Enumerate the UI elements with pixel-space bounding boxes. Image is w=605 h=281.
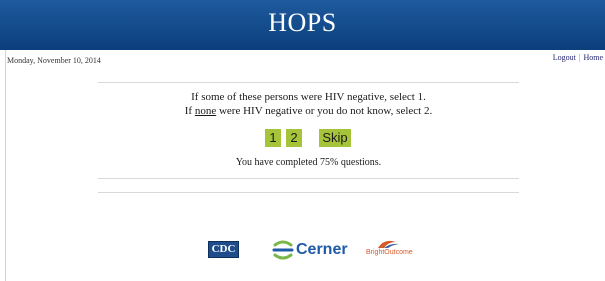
question-line-1: If some of these persons were HIV negati… <box>191 91 426 103</box>
divider-bottom <box>98 192 519 193</box>
option-2-button[interactable]: 2 <box>286 129 302 147</box>
question-line-2-prefix: If <box>184 105 193 117</box>
link-separator: | <box>578 53 581 62</box>
question-line-2: If none were HIV negative or you do not … <box>98 105 519 117</box>
cerner-mark-icon <box>272 240 294 260</box>
question-line-2-suffix: were HIV negative or you do not know, se… <box>218 105 433 117</box>
top-links: Logout | Home <box>553 53 603 62</box>
skip-button[interactable]: Skip <box>319 129 351 147</box>
logout-link[interactable]: Logout <box>553 53 576 62</box>
question-line-2-emphasis: none <box>194 105 217 117</box>
header-banner: HOPS <box>0 0 605 50</box>
brightoutcome-logo-text: BrightOutcome <box>366 249 413 256</box>
app-title: HOPS <box>268 8 337 37</box>
cdc-logo: CDC <box>208 241 239 258</box>
divider-top <box>98 82 519 83</box>
brightoutcome-swoosh-icon <box>378 240 399 248</box>
divider-middle <box>98 178 519 179</box>
cerner-logo: Cerner <box>272 240 348 260</box>
option-1-button[interactable]: 1 <box>265 129 281 147</box>
home-link[interactable]: Home <box>583 53 603 62</box>
cerner-logo-text: Cerner <box>296 241 348 258</box>
date-label: Monday, November 10, 2014 <box>7 56 101 65</box>
progress-text: You have completed 75% questions. <box>235 157 382 168</box>
